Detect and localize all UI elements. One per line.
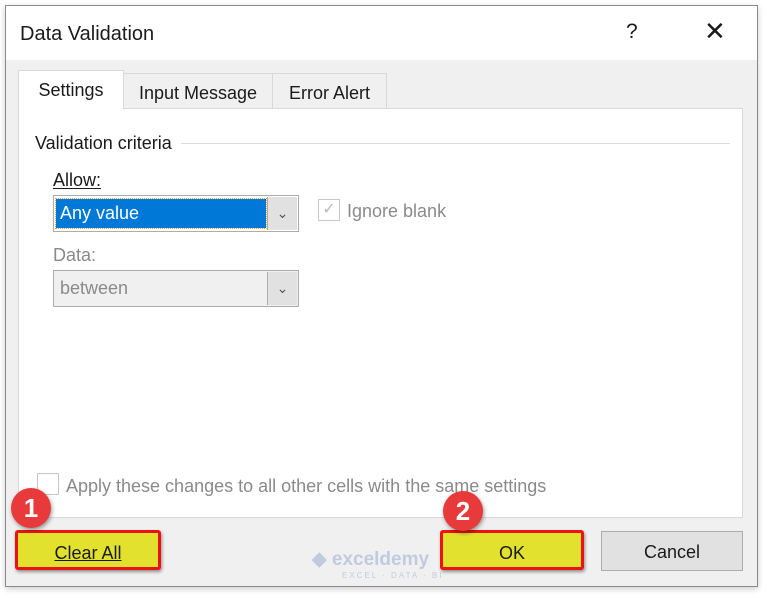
chevron-down-icon[interactable]: ⌄ [267, 272, 297, 305]
title-bar: Data Validation ? ✕ [6, 6, 757, 60]
watermark-tagline: EXCEL · DATA · BI [342, 571, 444, 580]
validation-criteria-label: Validation criteria [35, 133, 172, 153]
tab-settings[interactable]: Settings [18, 70, 124, 109]
close-icon[interactable]: ✕ [704, 16, 726, 47]
exceldemy-watermark: ◆ exceldemy EXCEL · DATA · BI [312, 549, 444, 580]
data-dropdown[interactable]: between ⌄ [53, 270, 299, 307]
watermark-name: exceldemy [331, 549, 430, 570]
data-value: between [60, 278, 129, 298]
settings-panel: Validation criteria Allow: Any value ⌄ ✓… [18, 108, 743, 518]
allow-label: Allow: [53, 170, 102, 190]
tab-error-alert[interactable]: Error Alert [272, 73, 387, 108]
cancel-button[interactable]: Cancel [601, 531, 743, 571]
group-divider [181, 143, 730, 144]
ok-button[interactable]: OK [440, 530, 584, 570]
step-2-badge: 2 [443, 491, 483, 531]
dialog-title: Data Validation [20, 23, 155, 45]
data-label: Data: [53, 245, 97, 265]
help-icon[interactable]: ? [626, 20, 638, 44]
ignore-blank-checkbox[interactable]: ✓ [318, 199, 340, 221]
clear-all-button[interactable]: Clear All [15, 530, 161, 570]
data-validation-dialog: Data Validation ? ✕ Settings Input Messa… [5, 5, 758, 587]
ignore-blank-label: Ignore blank [347, 201, 447, 221]
tab-input-message[interactable]: Input Message [123, 73, 273, 108]
allow-dropdown[interactable]: Any value ⌄ [53, 195, 299, 232]
allow-value: Any value [55, 198, 267, 229]
step-1-badge: 1 [11, 488, 51, 528]
chevron-down-icon[interactable]: ⌄ [267, 197, 297, 230]
clear-all-label: Clear All [54, 543, 122, 563]
